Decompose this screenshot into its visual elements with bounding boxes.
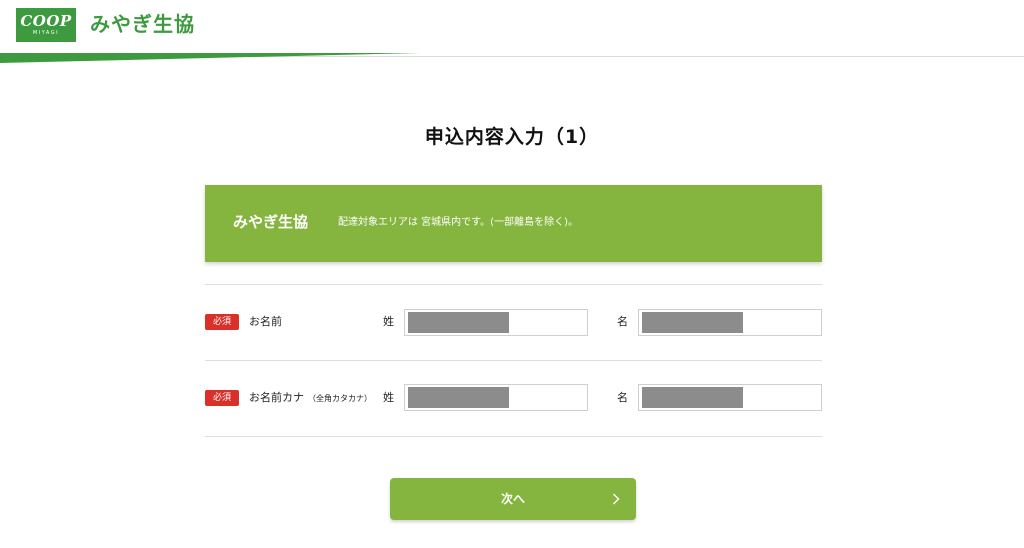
first-name-label: 名	[617, 315, 628, 328]
redacted-value	[642, 387, 743, 408]
logo-sub-text: MIYAGI	[32, 30, 60, 36]
last-name-input[interactable]	[404, 309, 588, 336]
next-button[interactable]: 次へ	[390, 478, 636, 520]
required-badge: 必須	[205, 390, 239, 406]
row-divider	[205, 284, 822, 285]
required-badge: 必須	[205, 314, 239, 330]
banner-brand-name: みやぎ生協	[233, 213, 309, 231]
coop-logo[interactable]: COOP MIYAGI	[16, 8, 76, 42]
site-header: COOP MIYAGI みやぎ生協	[0, 0, 1024, 57]
first-name-kana-label: 名	[617, 391, 628, 404]
next-button-label: 次へ	[500, 492, 525, 506]
chevron-right-icon	[612, 478, 620, 520]
first-name-kana-input[interactable]	[638, 384, 822, 411]
name-label-text: お名前	[249, 315, 282, 328]
kana-label-note: （全角カタカナ）	[308, 394, 372, 403]
redacted-value	[642, 312, 743, 333]
page-title: 申込内容入力（1）	[424, 126, 600, 148]
row-divider	[205, 436, 822, 437]
last-name-label: 姓	[383, 315, 394, 328]
kana-label-text: お名前カナ	[249, 391, 304, 404]
name-label: お名前	[249, 314, 282, 330]
header-stripe	[0, 53, 420, 63]
banner-area-text: 配達対象エリアは 宮城県内です。(一部離島を除く)。	[338, 217, 578, 228]
kana-label: お名前カナ （全角カタカナ）	[249, 390, 372, 407]
delivery-area-banner: みやぎ生協 配達対象エリアは 宮城県内です。(一部離島を除く)。	[205, 185, 822, 262]
brand-name[interactable]: みやぎ生協	[90, 10, 195, 38]
last-name-kana-label: 姓	[383, 391, 394, 404]
redacted-value	[408, 312, 509, 333]
redacted-value	[408, 387, 509, 408]
first-name-input[interactable]	[638, 309, 822, 336]
last-name-kana-input[interactable]	[404, 384, 588, 411]
logo-coop-text: COOP	[20, 12, 72, 30]
row-divider	[205, 360, 822, 361]
